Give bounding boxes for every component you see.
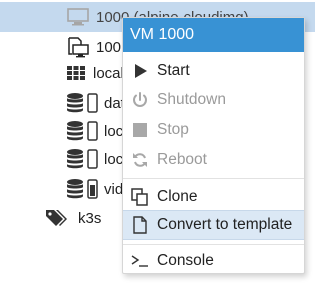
copy-icon <box>129 186 151 208</box>
menu-item-label: Clone <box>157 188 198 205</box>
menu-item-label: Shutdown <box>157 91 226 108</box>
menu-separator <box>123 178 304 179</box>
menu-item-reboot[interactable]: Reboot <box>123 145 304 175</box>
storage-icon <box>66 178 102 200</box>
terminal-icon <box>129 250 151 272</box>
context-menu: VM 1000 Start Shutdown Stop Reboot Clone <box>122 17 305 274</box>
menu-item-start[interactable]: Start <box>123 56 304 86</box>
context-menu-title: VM 1000 <box>123 18 304 52</box>
menu-item-console[interactable]: Console <box>123 246 304 276</box>
refresh-icon <box>129 149 151 171</box>
menu-item-label: Reboot <box>157 151 207 168</box>
menu-item-label: Start <box>157 62 190 79</box>
menu-item-stop[interactable]: Stop <box>123 115 304 145</box>
file-icon <box>129 214 151 236</box>
storage-icon <box>66 148 102 170</box>
vm-icon <box>66 7 90 27</box>
menu-item-label: Convert to template <box>157 216 293 233</box>
menu-item-convert-to-template[interactable]: Convert to template <box>123 210 304 240</box>
template-icon <box>66 36 90 58</box>
menu-item-label: Console <box>157 252 214 269</box>
menu-separator <box>123 244 304 245</box>
network-grid-icon <box>65 64 87 82</box>
tree-item-label: k3s <box>78 209 102 227</box>
power-icon <box>129 89 151 111</box>
play-icon <box>129 60 151 82</box>
storage-icon <box>66 92 102 114</box>
menu-item-clone[interactable]: Clone <box>123 182 304 212</box>
storage-icon <box>66 120 102 142</box>
tag-icon <box>44 207 68 229</box>
menu-item-label: Stop <box>157 121 189 138</box>
menu-item-shutdown[interactable]: Shutdown <box>123 85 304 115</box>
stop-icon <box>129 119 151 141</box>
